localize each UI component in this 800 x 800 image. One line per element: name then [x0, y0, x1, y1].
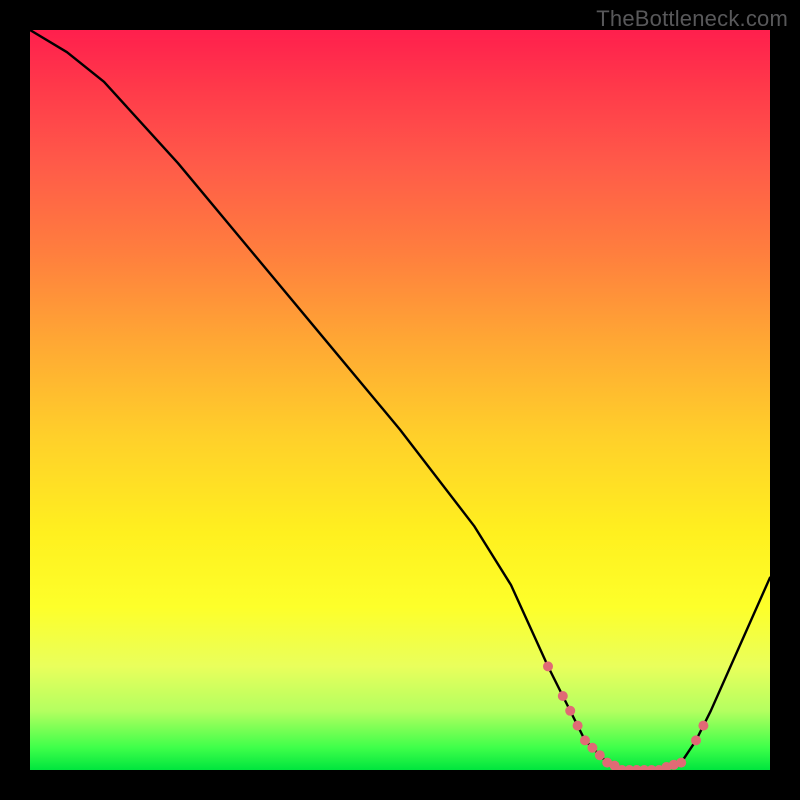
plot-gradient [30, 30, 770, 770]
chart-frame: TheBottleneck.com [0, 0, 800, 800]
attribution-text: TheBottleneck.com [596, 6, 788, 32]
